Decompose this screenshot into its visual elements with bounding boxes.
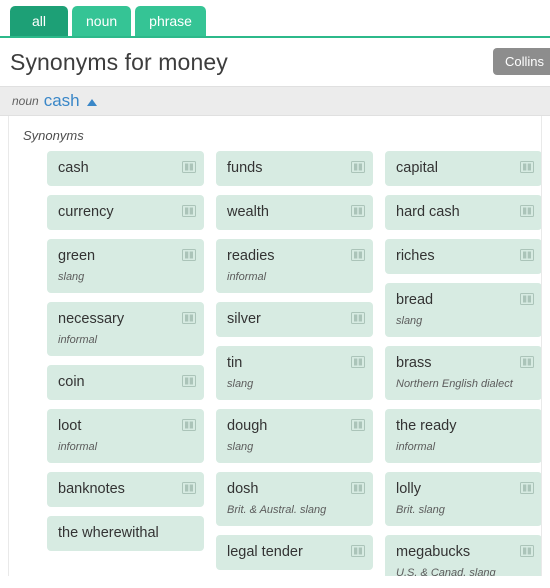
synonym-register-label: U.S. & Canad. slang	[396, 567, 496, 576]
page-title: Synonyms for money	[10, 48, 228, 75]
book-icon[interactable]	[182, 419, 196, 431]
synonym-word: funds	[227, 160, 263, 176]
book-icon[interactable]	[520, 293, 534, 305]
book-icon[interactable]	[520, 161, 534, 173]
synonym-card[interactable]: banknotes	[47, 472, 204, 507]
synonym-word: the ready	[396, 418, 457, 434]
book-icon[interactable]	[182, 161, 196, 173]
synonym-card[interactable]: silver	[216, 302, 373, 337]
book-icon[interactable]	[520, 482, 534, 494]
synonym-card[interactable]: the ready informal	[385, 409, 541, 463]
synonym-word: necessary	[58, 311, 125, 327]
page-header: Synonyms for money Collins	[0, 38, 550, 86]
book-icon[interactable]	[520, 205, 534, 217]
synonym-register-label: slang	[58, 271, 85, 283]
synonym-card[interactable]: bread slang	[385, 283, 541, 337]
synonym-card[interactable]: loot informal	[47, 409, 204, 463]
book-icon[interactable]	[351, 419, 365, 431]
synonym-register-label: informal	[227, 271, 267, 283]
book-icon[interactable]	[182, 482, 196, 494]
synonym-word: bread	[396, 292, 434, 308]
synonym-word: brass	[396, 355, 432, 371]
synonym-word: riches	[396, 248, 435, 264]
sense-part-of-speech: noun	[12, 94, 39, 108]
synonym-word: readies	[227, 248, 275, 264]
synonym-card[interactable]: lolly Brit. slang	[385, 472, 541, 526]
synonym-card[interactable]: necessary informal	[47, 302, 204, 356]
sense-word: cash	[43, 91, 80, 110]
synonym-word: silver	[227, 311, 261, 327]
book-icon[interactable]	[182, 375, 196, 387]
synonym-register-label: Northern English dialect	[396, 378, 513, 390]
synonym-register-label: informal	[396, 441, 436, 453]
synonym-register-label: informal	[58, 441, 98, 453]
synonym-register-label: Brit. slang	[396, 504, 445, 516]
book-icon[interactable]	[182, 312, 196, 324]
synonym-register-label: informal	[58, 334, 98, 346]
synonym-card[interactable]: legal tender	[216, 535, 373, 570]
synonym-card[interactable]: tin slang	[216, 346, 373, 400]
book-icon[interactable]	[351, 482, 365, 494]
synonyms-column: cash currency green slang necessary informal c…	[47, 151, 204, 576]
synonym-card[interactable]: cash	[47, 151, 204, 186]
synonym-word: green	[58, 248, 96, 264]
synonym-register-label: slang	[227, 441, 254, 453]
group-label: Synonyms	[23, 128, 84, 143]
synonyms-column: capital hard cash riches bread slang brass Nor…	[385, 151, 541, 576]
synonym-card[interactable]: the wherewithal	[47, 516, 204, 551]
book-icon[interactable]	[351, 249, 365, 261]
synonym-word: banknotes	[58, 481, 125, 497]
synonym-word: capital	[396, 160, 438, 176]
synonym-word: megabucks	[396, 544, 471, 560]
synonym-card[interactable]: brass Northern English dialect	[385, 346, 541, 400]
caret-up-icon[interactable]	[86, 98, 97, 106]
synonym-word: dosh	[227, 481, 259, 497]
pos-tab-bar: all noun phrase	[0, 0, 550, 38]
synonym-word: currency	[58, 204, 114, 220]
book-icon[interactable]	[351, 205, 365, 217]
book-icon[interactable]	[351, 356, 365, 368]
sense-header[interactable]: noun cash	[0, 86, 550, 116]
synonym-card[interactable]: wealth	[216, 195, 373, 230]
synonym-word: hard cash	[396, 204, 460, 220]
book-icon[interactable]	[182, 249, 196, 261]
synonym-card[interactable]: dough slang	[216, 409, 373, 463]
tab-phrase[interactable]: phrase	[135, 6, 206, 36]
synonym-card[interactable]: riches	[385, 239, 541, 274]
synonym-card[interactable]: funds	[216, 151, 373, 186]
synonym-word: lolly	[396, 481, 421, 497]
book-icon[interactable]	[351, 545, 365, 557]
book-icon[interactable]	[520, 356, 534, 368]
synonym-word: cash	[58, 160, 89, 176]
synonym-register-label: slang	[396, 315, 423, 327]
tab-noun[interactable]: noun	[72, 6, 132, 36]
source-badge[interactable]: Collins	[492, 48, 550, 75]
synonym-card[interactable]: currency	[47, 195, 204, 230]
synonym-register-label: Brit. & Austral. slang	[227, 504, 327, 516]
synonym-card[interactable]: readies informal	[216, 239, 373, 293]
synonyms-panel: Synonyms cash currency green slang necessary…	[8, 116, 542, 576]
synonym-word: wealth	[227, 204, 269, 220]
synonyms-grid: cash currency green slang necessary informal c…	[9, 151, 541, 576]
synonym-word: legal tender	[227, 544, 303, 560]
synonym-card[interactable]: green slang	[47, 239, 204, 293]
synonym-card[interactable]: megabucks U.S. & Canad. slang	[385, 535, 541, 576]
synonym-word: dough	[227, 418, 268, 434]
book-icon[interactable]	[351, 312, 365, 324]
book-icon[interactable]	[520, 249, 534, 261]
synonym-card[interactable]: dosh Brit. & Austral. slang	[216, 472, 373, 526]
tab-all[interactable]: all	[10, 6, 68, 36]
synonym-word: loot	[58, 418, 82, 434]
book-icon[interactable]	[520, 545, 534, 557]
synonym-word: coin	[58, 374, 85, 390]
synonym-card[interactable]: coin	[47, 365, 204, 400]
synonyms-column: funds wealth readies informal silver tin slang…	[216, 151, 373, 576]
synonym-word: the wherewithal	[58, 525, 159, 541]
synonym-card[interactable]: hard cash	[385, 195, 541, 230]
synonym-register-label: slang	[227, 378, 254, 390]
book-icon[interactable]	[351, 161, 365, 173]
synonym-word: tin	[227, 355, 243, 371]
book-icon[interactable]	[182, 205, 196, 217]
synonym-card[interactable]: capital	[385, 151, 541, 186]
